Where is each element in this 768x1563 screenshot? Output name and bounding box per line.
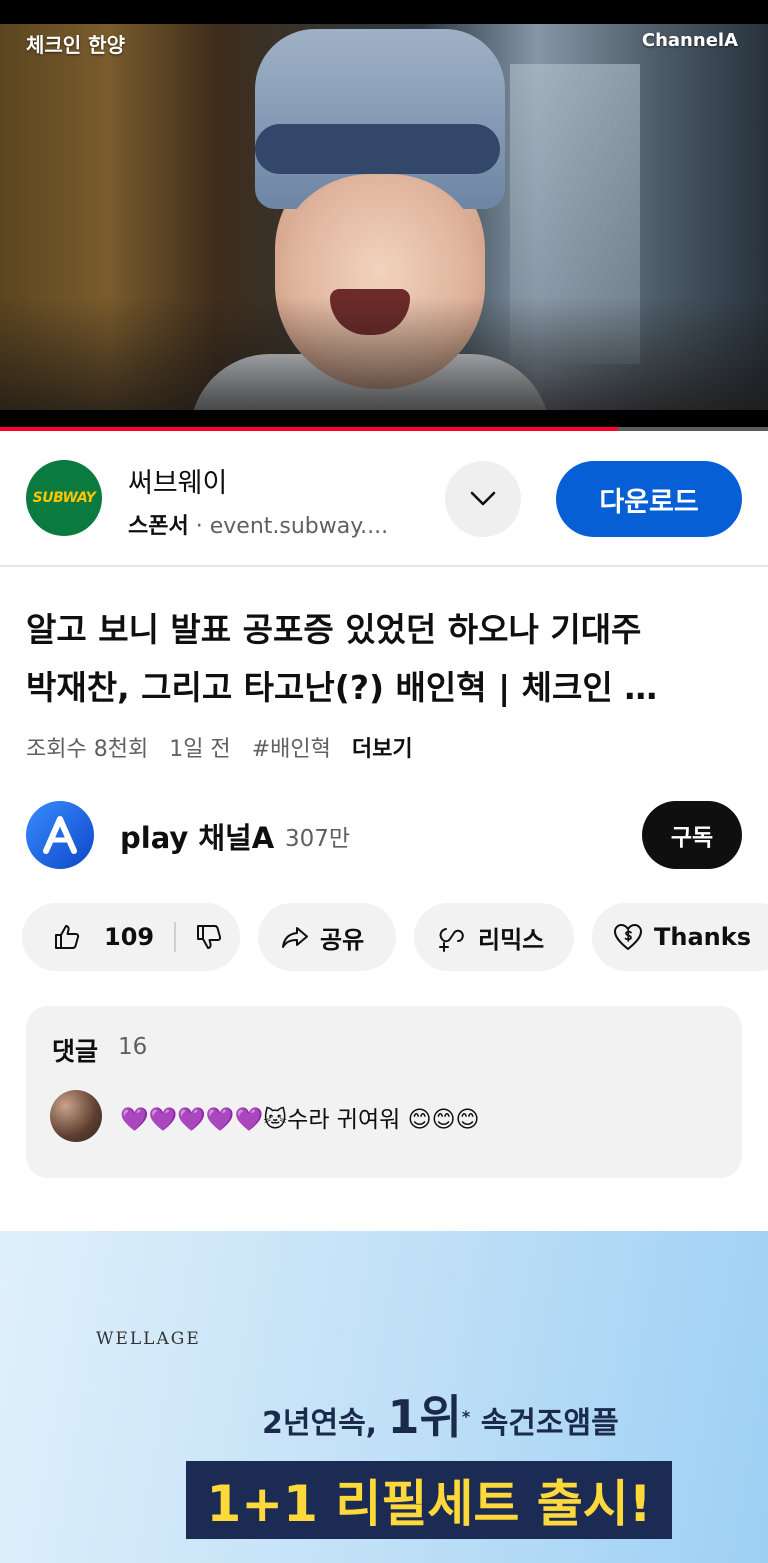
sponsor-label: 스폰서	[128, 514, 189, 539]
video-frame-shadow	[0, 297, 768, 427]
video-overlay-title: 체크인 한양	[26, 33, 125, 57]
banner-headline: 2년연속, 1위* 속건조앰플	[262, 1381, 619, 1447]
banner-offer: 1+1 리필세트 출시!	[186, 1461, 672, 1539]
video-bottom-bar	[0, 410, 768, 428]
comments-header: 댓글	[52, 1037, 99, 1066]
more-link[interactable]: 더보기	[352, 737, 413, 762]
ad-meta-separator: ·	[195, 514, 210, 539]
advertiser-logo: SUBWAY	[26, 460, 102, 536]
thumbs-down-icon[interactable]	[194, 922, 224, 952]
banner-headline-suffix: 속건조앰플	[480, 1406, 619, 1441]
remix-icon	[439, 928, 464, 952]
ad-meta: 스폰서 · event.subway....	[128, 508, 388, 540]
sponsored-ad-row[interactable]: SUBWAY 써브웨이 스폰서 · event.subway.... 다운로드	[0, 431, 768, 567]
video-title-line-2: 박재찬, 그리고 타고난(?) 배인혁 | 체크인 …	[26, 668, 658, 707]
ad-url: event.subway....	[209, 514, 389, 539]
banner-headline-mark: *	[461, 1407, 471, 1426]
commenter-avatar	[50, 1090, 102, 1142]
subscriber-count: 307만	[285, 826, 351, 852]
advertiser-name: 써브웨이	[128, 468, 228, 499]
remix-button[interactable]: 리믹스	[414, 903, 574, 971]
video-meta[interactable]: 조회수 8천회 1일 전 #배인혁 더보기	[26, 731, 427, 763]
banner-brand: WELLAGE	[96, 1329, 201, 1349]
top-comment-text: 💜💜💜💜💜🐱수라 귀여워 😊😊😊	[120, 1107, 480, 1133]
thumbs-up-icon[interactable]	[52, 922, 82, 952]
ad-expand-button[interactable]	[445, 461, 521, 537]
like-divider	[174, 922, 177, 952]
channel-logo-icon	[43, 816, 77, 854]
banner-ad[interactable]: WELLAGE 2년연속, 1위* 속건조앰플 1+1 리필세트 출시!	[0, 1231, 768, 1563]
share-button[interactable]: 공유	[258, 903, 396, 971]
upload-age: 1일 전	[169, 737, 231, 762]
subscribe-button[interactable]: 구독	[642, 801, 742, 869]
comments-count: 16	[118, 1034, 148, 1060]
channel-name[interactable]: play 채널A	[120, 815, 274, 857]
video-player[interactable]: 체크인 한양 ChannelA	[0, 24, 768, 427]
thanks-button[interactable]: Thanks	[592, 903, 768, 971]
hashtag-link[interactable]: #배인혁	[252, 737, 331, 762]
like-count[interactable]: 109	[104, 923, 154, 951]
watch-sheet: SUBWAY 써브웨이 스폰서 · event.subway.... 다운로드 …	[0, 431, 768, 1563]
advertiser-logo-text: SUBWAY	[32, 490, 96, 506]
video-overlay-brand: ChannelA	[641, 30, 738, 51]
video-frame-hat-band	[255, 124, 500, 174]
ad-download-button[interactable]: 다운로드	[556, 461, 742, 537]
video-title[interactable]: 알고 보니 발표 공포증 있었던 하오나 기대주 박재찬, 그리고 타고난(?)…	[26, 601, 748, 717]
like-dislike-chip: 109	[22, 903, 240, 971]
chevron-down-icon	[470, 491, 496, 506]
share-arrow-icon	[282, 927, 308, 948]
status-strip	[0, 0, 768, 24]
banner-headline-prefix: 2년연속,	[262, 1406, 378, 1441]
comments-card[interactable]: 댓글 16 💜💜💜💜💜🐱수라 귀여워 😊😊😊	[26, 1006, 742, 1178]
channel-avatar[interactable]	[26, 801, 94, 869]
remix-label: 리믹스	[478, 925, 545, 954]
share-label: 공유	[320, 925, 365, 954]
view-count: 조회수 8천회	[26, 737, 149, 762]
banner-headline-highlight: 1위	[387, 1390, 462, 1444]
video-title-line-1: 알고 보니 발표 공포증 있었던 하오나 기대주	[26, 610, 642, 649]
thanks-label: Thanks	[654, 923, 751, 951]
heart-dollar-icon	[614, 924, 642, 950]
